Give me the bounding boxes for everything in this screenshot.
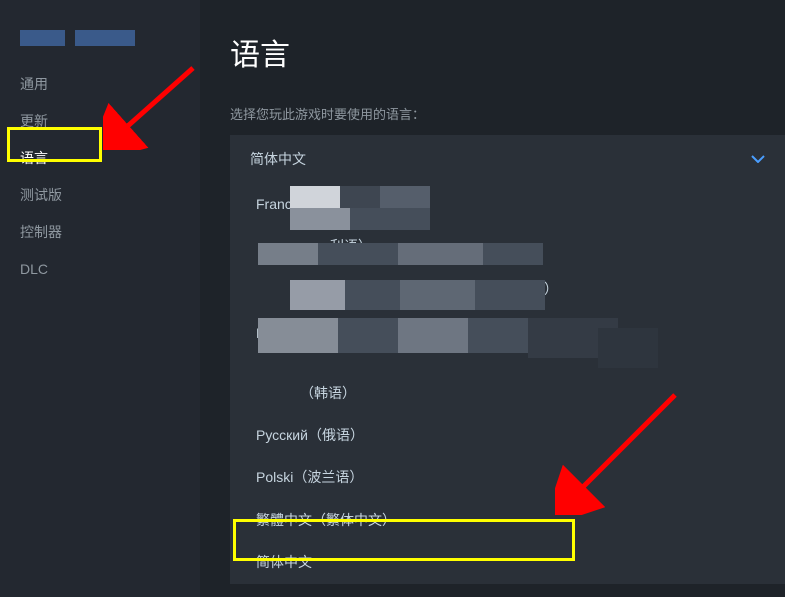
language-option-simplified-chinese[interactable]: 简体中文 bbox=[230, 541, 785, 583]
sidebar-item-language[interactable]: 语言 bbox=[0, 140, 200, 177]
language-option[interactable]: E bbox=[230, 310, 785, 356]
sidebar-header bbox=[0, 30, 200, 66]
language-option-russian[interactable]: Русский（俄语） bbox=[230, 414, 785, 456]
instruction-label: 选择您玩此游戏时要使用的语言： bbox=[230, 104, 785, 123]
header-obscured-2 bbox=[75, 30, 135, 46]
sidebar-item-betas[interactable]: 测试版 bbox=[0, 177, 200, 214]
language-option[interactable]: Franca bbox=[230, 183, 785, 225]
sidebar-item-dlc[interactable]: DLC bbox=[0, 251, 200, 288]
language-dropdown-list: Franca 利语） 牙） E bbox=[230, 183, 785, 584]
header-obscured-1 bbox=[20, 30, 65, 46]
language-option[interactable]: 牙） bbox=[230, 268, 785, 310]
main-content: 语言 选择您玩此游戏时要使用的语言： 简体中文 Franca 利语） bbox=[200, 0, 785, 597]
language-option[interactable]: （韩语） bbox=[230, 357, 785, 414]
language-option-traditional-chinese[interactable]: 繁體中文（繁体中文） bbox=[230, 499, 785, 541]
sidebar-item-general[interactable]: 通用 bbox=[0, 66, 200, 103]
page-title: 语言 bbox=[230, 30, 785, 74]
chevron-down-icon bbox=[751, 152, 765, 166]
language-dropdown[interactable]: 简体中文 bbox=[230, 135, 785, 183]
sidebar: 通用 更新 语言 测试版 控制器 DLC bbox=[0, 0, 200, 597]
language-option-polish[interactable]: Polski（波兰语） bbox=[230, 456, 785, 498]
sidebar-item-controller[interactable]: 控制器 bbox=[0, 214, 200, 251]
language-option[interactable]: 利语） bbox=[230, 225, 785, 267]
selected-language-label: 简体中文 bbox=[250, 149, 306, 169]
sidebar-item-updates[interactable]: 更新 bbox=[0, 103, 200, 140]
